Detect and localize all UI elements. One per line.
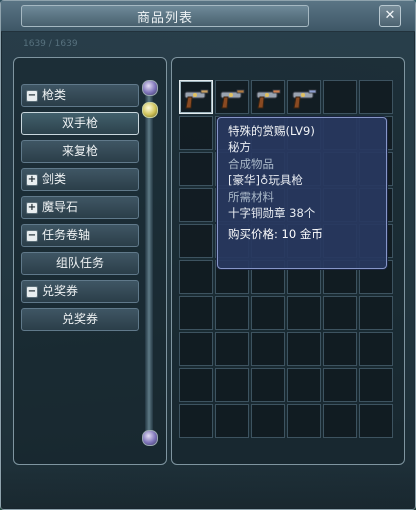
category-label: 来复枪 — [61, 144, 98, 158]
item-slot[interactable] — [287, 368, 321, 402]
tooltip-item-name: 特殊的赏赐(LV9) — [228, 124, 315, 138]
category-label: 枪类 — [42, 88, 67, 102]
collapse-icon[interactable]: − — [26, 90, 38, 102]
tooltip-material-value: 十字铜勋章 38个 — [228, 205, 316, 220]
expand-icon[interactable]: + — [26, 174, 38, 186]
background-counter: 1639 / 1639 — [23, 39, 78, 49]
close-button[interactable]: ✕ — [379, 5, 401, 27]
title-bar[interactable]: 商品列表 ✕ — [1, 1, 415, 32]
item-slot[interactable] — [323, 404, 357, 438]
item-slot[interactable] — [179, 368, 213, 402]
item-slot[interactable] — [323, 296, 357, 330]
item-slot[interactable] — [179, 404, 213, 438]
collapse-icon[interactable]: − — [26, 286, 38, 298]
scrollbar-track[interactable] — [145, 84, 153, 436]
scrollbar-thumb[interactable] — [142, 102, 158, 118]
item-slot[interactable] — [287, 296, 321, 330]
item-slot[interactable] — [215, 332, 249, 366]
item-slot[interactable] — [359, 296, 393, 330]
tooltip-compose-label: 合成物品 — [228, 157, 274, 171]
category-label: 双手枪 — [61, 116, 98, 130]
category-item[interactable]: 双手枪 — [21, 112, 139, 135]
category-item[interactable]: − 兑奖券 — [21, 280, 139, 303]
tooltip-compose-value: [豪华]♁玩具枪 — [228, 172, 303, 187]
item-slot[interactable] — [251, 368, 285, 402]
category-item[interactable]: 组队任务 — [21, 252, 139, 275]
category-item[interactable]: 来复枪 — [21, 140, 139, 163]
item-slot[interactable] — [215, 80, 249, 114]
item-tooltip: 特殊的赏赐(LV9) 秘方 合成物品 [豪华]♁玩具枪 所需材料 十字铜勋章 3… — [217, 117, 387, 269]
item-slot[interactable] — [179, 188, 213, 222]
item-slot[interactable] — [359, 404, 393, 438]
item-slot[interactable] — [179, 296, 213, 330]
item-slot[interactable] — [323, 332, 357, 366]
category-label: 组队任务 — [55, 256, 104, 270]
scroll-down-button[interactable] — [142, 430, 158, 446]
item-slot[interactable] — [179, 332, 213, 366]
category-item[interactable]: − 任务卷轴 — [21, 224, 139, 247]
tooltip-price: 购买价格: 10 金币 — [228, 227, 323, 241]
item-slot[interactable] — [179, 224, 213, 258]
category-label: 魔导石 — [42, 200, 79, 214]
tooltip-item-type: 秘方 — [228, 139, 251, 154]
category-label: 剑类 — [42, 172, 67, 186]
category-item[interactable]: 兑奖券 — [21, 308, 139, 331]
item-slot[interactable] — [251, 80, 285, 114]
item-slot[interactable] — [359, 368, 393, 402]
expand-icon[interactable]: + — [26, 202, 38, 214]
category-item[interactable]: − 枪类 — [21, 84, 139, 107]
item-slot[interactable] — [323, 368, 357, 402]
item-slot[interactable] — [287, 80, 321, 114]
category-label: 兑奖券 — [61, 312, 98, 326]
category-item[interactable]: + 剑类 — [21, 168, 139, 191]
item-slot[interactable] — [215, 368, 249, 402]
tooltip-material-label: 所需材料 — [228, 190, 274, 204]
category-panel: − 枪类 双手枪 来复枪 + 剑类 + 魔导石 − 任务卷轴 组队任务 − 兑奖券 兑奖券 — [13, 57, 167, 465]
item-slot[interactable] — [179, 116, 213, 150]
item-slot[interactable] — [215, 296, 249, 330]
window-title: 商品列表 — [136, 10, 193, 26]
item-slot[interactable] — [359, 332, 393, 366]
category-item[interactable]: + 魔导石 — [21, 196, 139, 219]
item-slot[interactable] — [251, 404, 285, 438]
category-label: 任务卷轴 — [42, 228, 91, 242]
item-slot[interactable] — [287, 332, 321, 366]
item-slot[interactable] — [179, 260, 213, 294]
item-slot[interactable] — [215, 404, 249, 438]
item-slot[interactable] — [359, 80, 393, 114]
category-label: 兑奖券 — [42, 284, 79, 298]
scroll-up-button[interactable] — [142, 80, 158, 96]
item-slot[interactable] — [323, 80, 357, 114]
collapse-icon[interactable]: − — [26, 230, 38, 242]
item-slot[interactable] — [179, 152, 213, 186]
bottom-edge — [1, 465, 415, 509]
item-slot[interactable] — [287, 404, 321, 438]
item-slot[interactable] — [251, 296, 285, 330]
item-slot[interactable] — [179, 80, 213, 114]
item-slot[interactable] — [251, 332, 285, 366]
title-plate: 商品列表 — [21, 5, 309, 27]
